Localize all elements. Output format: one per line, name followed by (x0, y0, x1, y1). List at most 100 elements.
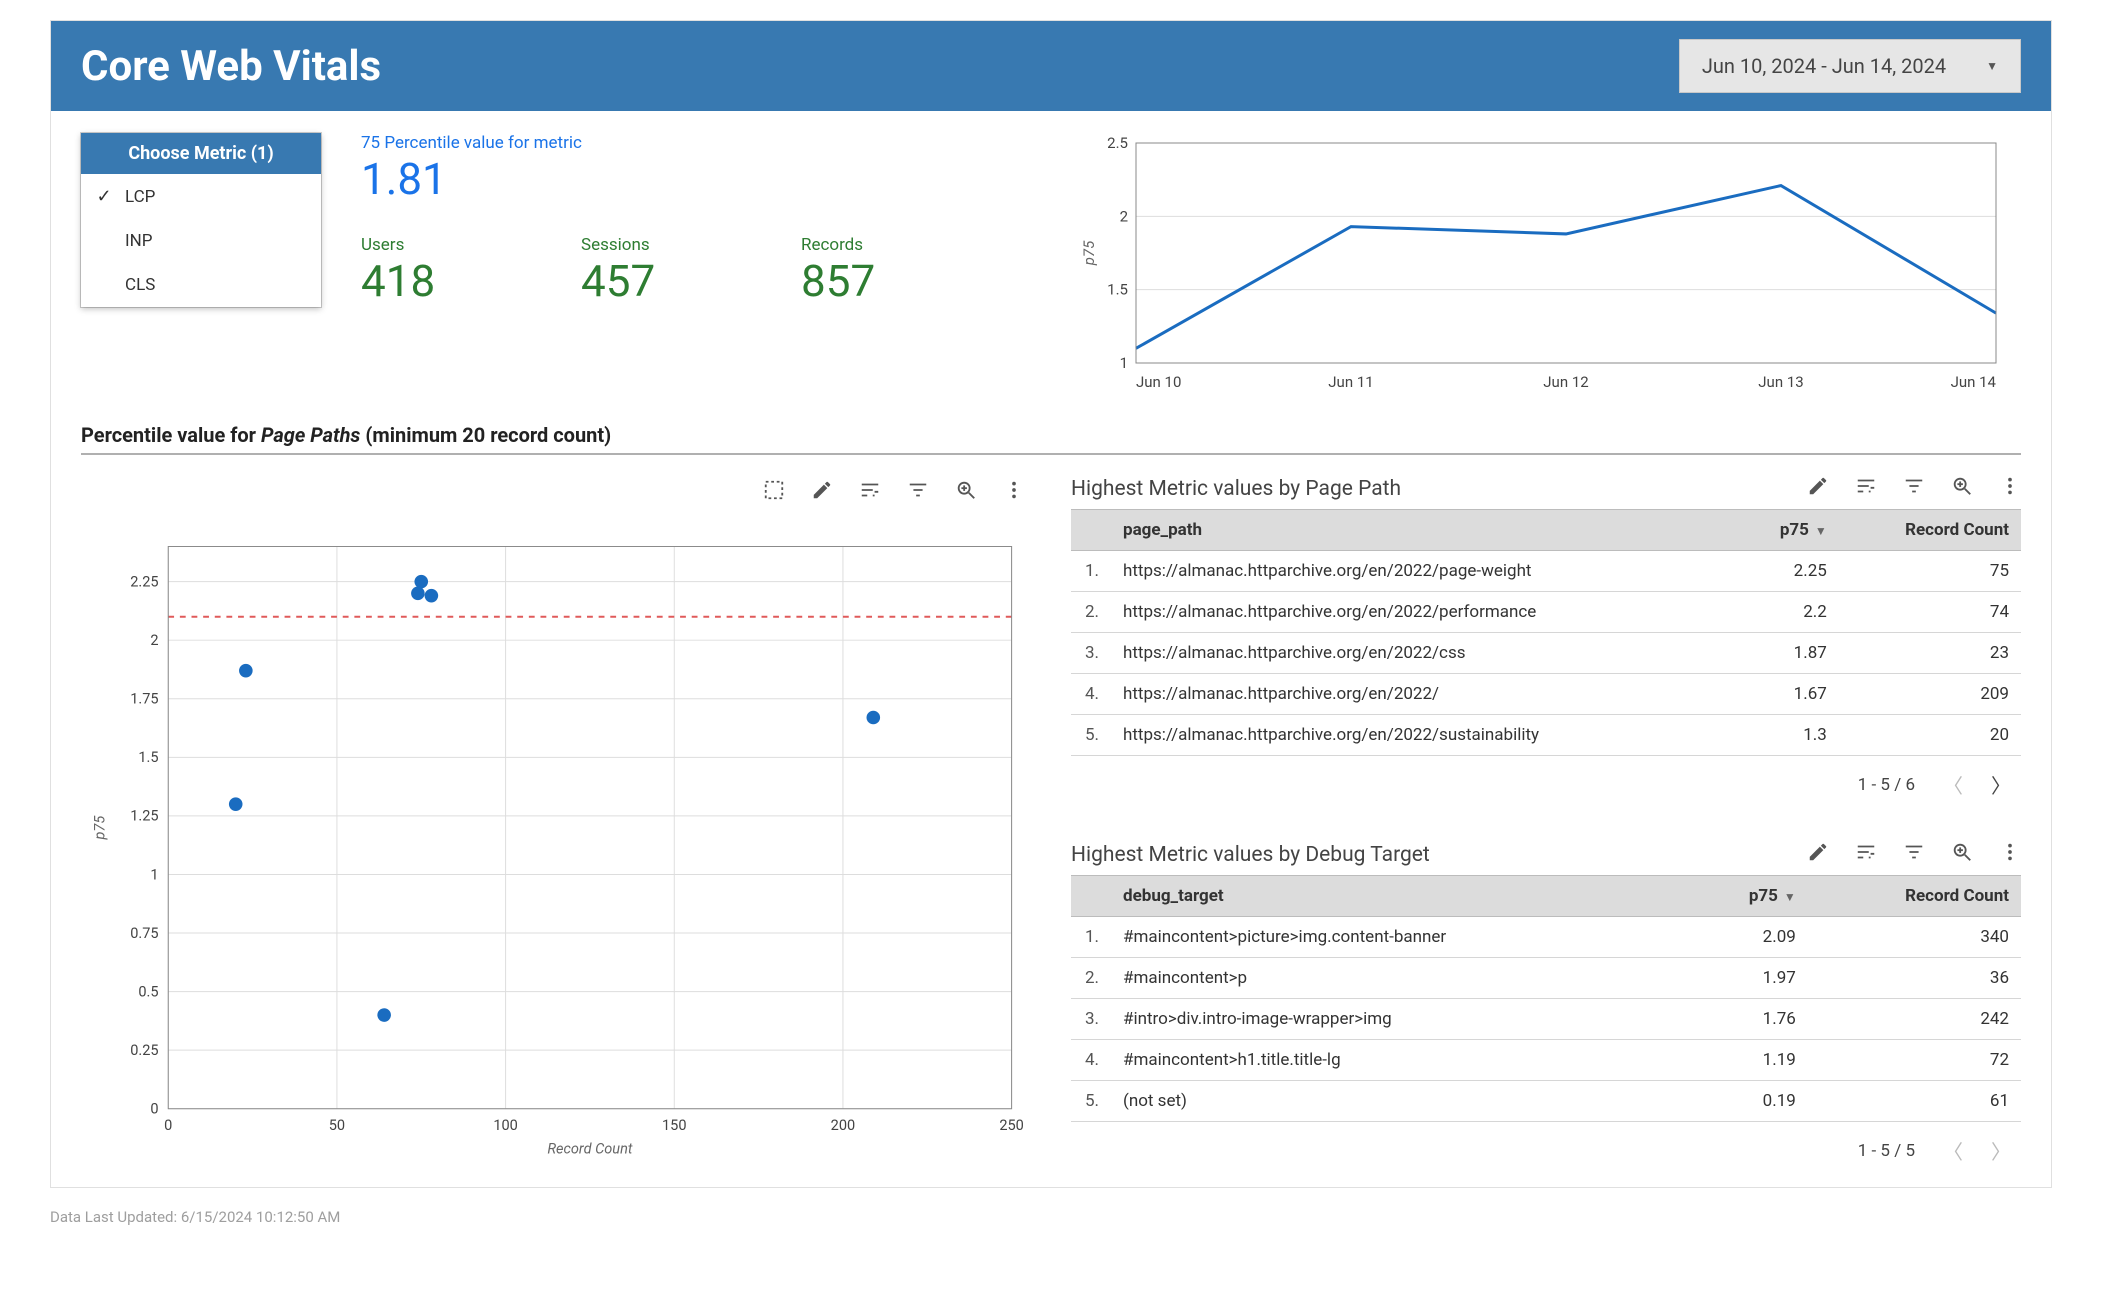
tables-column: Highest Metric values by Page Path page_… (1071, 475, 2021, 1177)
table-row[interactable]: 4.#maincontent>h1.title.title-lg1.1972 (1071, 1040, 2021, 1081)
scatter-point[interactable] (411, 587, 425, 601)
scatter-chart-svg: 05010015020025000.250.50.7511.251.51.752… (81, 517, 1031, 1177)
table-page-path-title: Highest Metric values by Page Path (1071, 477, 1401, 501)
table-row[interactable]: 3.https://almanac.httparchive.org/en/202… (1071, 633, 2021, 674)
table-row[interactable]: 3.#intro>div.intro-image-wrapper>img1.76… (1071, 999, 2021, 1040)
svg-text:1.25: 1.25 (130, 808, 158, 825)
check-icon: ✓ (95, 186, 113, 207)
table-debug-target-title: Highest Metric values by Debug Target (1071, 843, 1430, 867)
svg-text:2: 2 (1120, 207, 1128, 225)
zoom-icon[interactable] (1951, 841, 1973, 869)
table-row[interactable]: 5.(not set)0.1961 (1071, 1081, 2021, 1122)
row-p75: 1.87 (1738, 633, 1839, 674)
table-row[interactable]: 4.https://almanac.httparchive.org/en/202… (1071, 674, 2021, 715)
row-index: 3. (1071, 999, 1111, 1040)
report-container: Core Web Vitals Jun 10, 2024 - Jun 14, 2… (50, 20, 2052, 1188)
metric-item-label: INP (125, 231, 152, 251)
sliders-icon[interactable] (859, 479, 881, 507)
table-row[interactable]: 5.https://almanac.httparchive.org/en/202… (1071, 715, 2021, 756)
table-debug-target-table: debug_target p75▼ Record Count 1.#mainco… (1071, 875, 2021, 1122)
sort-desc-icon: ▼ (1778, 890, 1796, 904)
filter-icon[interactable] (907, 479, 929, 507)
sessions-label: Sessions (581, 235, 721, 255)
pencil-icon[interactable] (1807, 475, 1829, 503)
headline-stats: 75 Percentile value for metric 1.81 User… (361, 133, 1031, 307)
section-title-row: Percentile value for Page Paths (minimum… (81, 413, 2021, 455)
section-title-italic: Page Paths (261, 423, 360, 447)
row-p75: 1.67 (1738, 674, 1839, 715)
sliders-icon[interactable] (1855, 841, 1877, 869)
top-left-panel: Choose Metric (1) ✓ LCP INP CLS 75 Perce… (81, 133, 1031, 393)
row-path: https://almanac.httparchive.org/en/2022/… (1111, 633, 1738, 674)
scatter-point[interactable] (425, 589, 439, 603)
pencil-icon[interactable] (1807, 841, 1829, 869)
svg-text:1.5: 1.5 (138, 749, 158, 766)
row-index: 5. (1071, 715, 1111, 756)
table-row[interactable]: 2.https://almanac.httparchive.org/en/202… (1071, 592, 2021, 633)
svg-text:0: 0 (150, 1101, 158, 1118)
date-range-picker[interactable]: Jun 10, 2024 - Jun 14, 2024 ▼ (1679, 39, 2021, 93)
zoom-icon[interactable] (1951, 475, 1973, 503)
table-row[interactable]: 1.https://almanac.httparchive.org/en/202… (1071, 551, 2021, 592)
scatter-point[interactable] (377, 1008, 391, 1022)
col-p75[interactable]: p75▼ (1738, 510, 1839, 551)
table-row[interactable]: 1.#maincontent>picture>img.content-banne… (1071, 917, 2021, 958)
pencil-icon[interactable] (811, 479, 833, 507)
choose-metric-panel: Choose Metric (1) ✓ LCP INP CLS (81, 133, 321, 307)
data-last-updated: Data Last Updated: 6/15/2024 10:12:50 AM (50, 1208, 2052, 1226)
pager-next[interactable]: 〉 (1991, 770, 2011, 799)
svg-text:200: 200 (831, 1117, 856, 1134)
row-p75: 2.25 (1738, 551, 1839, 592)
zoom-icon[interactable] (955, 479, 977, 507)
svg-text:50: 50 (329, 1117, 345, 1134)
svg-text:1.75: 1.75 (130, 691, 158, 708)
scatter-point[interactable] (229, 797, 243, 811)
metric-item-label: CLS (125, 275, 155, 295)
svg-text:1.5: 1.5 (1107, 281, 1128, 299)
chevron-down-icon: ▼ (1986, 59, 1998, 73)
sliders-icon[interactable] (1855, 475, 1877, 503)
sort-desc-icon: ▼ (1809, 524, 1827, 538)
headline-metric-value: 1.81 (361, 153, 1031, 205)
pager-prev[interactable]: 〈 (1943, 770, 1963, 799)
col-record-count[interactable]: Record Count (1839, 510, 2021, 551)
table-debug-target-pager: 1 - 5 / 5 〈 〉 (1071, 1122, 2021, 1167)
pager-prev[interactable]: 〈 (1943, 1136, 1963, 1165)
svg-text:Jun 11: Jun 11 (1328, 373, 1373, 391)
pager-next[interactable]: 〉 (1991, 1136, 2011, 1165)
filter-icon[interactable] (1903, 475, 1925, 503)
metric-item-lcp[interactable]: ✓ LCP (81, 174, 321, 219)
col-page-path[interactable]: page_path (1111, 510, 1738, 551)
scatter-point[interactable] (239, 664, 253, 678)
table-row[interactable]: 2.#maincontent>p1.9736 (1071, 958, 2021, 999)
col-p75[interactable]: p75▼ (1690, 876, 1808, 917)
more-vert-icon[interactable] (1999, 475, 2021, 503)
section-title: Percentile value for Page Paths (minimum… (81, 423, 2021, 447)
users-label: Users (361, 235, 501, 255)
row-p75: 1.97 (1690, 958, 1808, 999)
row-path: #maincontent>h1.title.title-lg (1111, 1040, 1690, 1081)
col-debug-target[interactable]: debug_target (1111, 876, 1690, 917)
svg-text:150: 150 (662, 1117, 687, 1134)
more-vert-icon[interactable] (1999, 841, 2021, 869)
scatter-toolbar (81, 475, 1031, 517)
header: Core Web Vitals Jun 10, 2024 - Jun 14, 2… (51, 21, 2051, 111)
select-box-icon[interactable] (763, 479, 785, 507)
metric-item-inp[interactable]: INP (81, 219, 321, 263)
svg-text:Jun 12: Jun 12 (1543, 373, 1588, 391)
metric-item-label: LCP (125, 187, 155, 207)
row-path: #intro>div.intro-image-wrapper>img (1111, 999, 1690, 1040)
records-value: 857 (801, 255, 941, 307)
row-record-count: 72 (1808, 1040, 2021, 1081)
sessions-value: 457 (581, 255, 721, 307)
svg-text:1: 1 (150, 866, 158, 883)
col-record-count[interactable]: Record Count (1808, 876, 2021, 917)
filter-icon[interactable] (1903, 841, 1925, 869)
more-vert-icon[interactable] (1003, 479, 1025, 507)
row-path: https://almanac.httparchive.org/en/2022/… (1111, 551, 1738, 592)
scatter-point[interactable] (867, 711, 881, 725)
row-path: (not set) (1111, 1081, 1690, 1122)
metric-item-cls[interactable]: CLS (81, 263, 321, 307)
row-index: 4. (1071, 1040, 1111, 1081)
scatter-point[interactable] (414, 575, 428, 589)
